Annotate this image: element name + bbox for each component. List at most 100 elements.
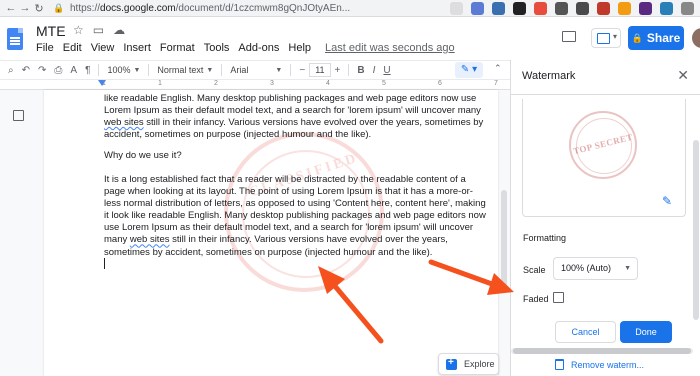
address-bar[interactable]: https://docs.google.com/document/d/1czcm… [70,3,350,14]
extension-icon[interactable] [639,2,652,15]
panel-scrollbar[interactable] [693,140,699,320]
google-docs-logo[interactable] [7,28,23,50]
chevron-down-icon: ▾ [612,32,617,41]
spelling-flag[interactable]: web sites [104,117,144,128]
style-value: Normal text [157,65,204,75]
extension-icon[interactable] [492,2,505,15]
font-size-input[interactable]: 11 [309,63,331,77]
extension-icon[interactable] [618,2,631,15]
ruler: 1 1 2 3 4 5 6 7 [0,80,510,90]
top-secret-stamp: TOP SECRET [569,111,637,179]
forward-icon[interactable]: → [18,2,32,14]
document-page[interactable]: CLASSIFIED like readable English. Many d… [44,90,498,376]
underline-icon[interactable]: U [383,65,390,76]
menu-bar: File Edit View Insert Format Tools Add-o… [36,42,455,54]
hide-menus-icon[interactable]: ⌃ [494,63,502,74]
faded-checkbox[interactable] [553,292,564,303]
ruler-tick: 4 [326,80,330,87]
menu-edit[interactable]: Edit [63,42,82,54]
lock-icon: 🔒 [53,2,65,13]
ruler-tick: 6 [438,80,442,87]
star-icon[interactable]: ☆ [73,23,84,37]
chevron-down-icon: ▼ [206,66,214,74]
remove-watermark-button[interactable]: Remove waterm... [555,359,644,370]
document-scrollbar[interactable] [501,95,507,370]
last-edit-link[interactable]: Last edit was seconds ago [325,42,455,54]
comment-history-icon[interactable] [562,31,576,42]
zoom-value: 100% [107,65,131,75]
extension-icon[interactable] [534,2,547,15]
cancel-button[interactable]: Cancel [555,321,616,343]
avatar[interactable] [692,28,700,48]
spellcheck-icon[interactable]: A [70,65,77,76]
panel-title: Watermark [522,70,576,82]
heading-paragraph: Why do we use it? [104,150,182,161]
watermark-preview[interactable]: TOP SECRET ✎ [522,99,686,217]
zoom-select[interactable]: 100% ▼ [107,65,140,75]
menu-help[interactable]: Help [288,42,311,54]
url-host: docs.google.com [100,2,176,14]
formatting-toolbar: ⌕ ↶ ↷ ⎙ A ¶ 100% ▼ Normal text ▼ Arial ▼ − … [0,60,510,80]
italic-icon[interactable]: I [373,65,376,76]
extension-icon[interactable] [681,2,694,15]
pencil-icon: ✎ ▾ [460,64,478,75]
bold-icon[interactable]: B [357,65,364,76]
extension-icon[interactable] [450,2,463,15]
browser-toolbar: ← → ↻ 🔒 https://docs.google.com/document… [0,0,700,17]
chevron-down-icon: ▼ [275,66,283,74]
faded-label: Faded [523,294,549,304]
panel-divider [511,94,700,95]
document-canvas: CLASSIFIED like readable English. Many d… [0,90,510,376]
trash-icon [555,359,564,370]
font-value: Arial [230,65,249,75]
spelling-flag[interactable]: web sites [130,234,170,245]
scrollbar-thumb[interactable] [501,190,507,290]
extension-icon[interactable] [471,2,484,15]
explore-button[interactable]: Explore [438,353,499,375]
document-title[interactable]: MTE [36,23,66,39]
watermark-panel: Watermark ✕ TOP SECRET ✎ Formatting Scal… [510,60,700,376]
undo-icon[interactable]: ↶ [22,65,30,76]
scrollbar-thumb[interactable] [513,348,691,354]
text-cursor [104,258,105,269]
extension-icon[interactable] [555,2,568,15]
font-select[interactable]: Arial ▼ [230,65,282,75]
increase-font-size-icon[interactable]: + [335,65,341,76]
preview-stamp-text: TOP SECRET [572,131,634,157]
present-button[interactable]: ▾ [591,28,621,48]
extension-icon[interactable] [660,2,673,15]
decrease-font-size-icon[interactable]: − [299,65,305,76]
menu-view[interactable]: View [91,42,115,54]
done-button[interactable]: Done [620,321,672,343]
title-icons: ☆ ▭ ☁ [73,23,125,37]
reload-icon[interactable]: ↻ [32,2,46,15]
back-icon[interactable]: ← [4,2,18,14]
menu-file[interactable]: File [36,42,54,54]
extension-icon[interactable] [597,2,610,15]
extension-icon[interactable] [576,2,589,15]
scale-select[interactable]: 100% (Auto) ▼ [553,257,638,280]
ruler-tick: 1 [158,80,162,87]
explore-label: Explore [464,359,495,369]
print-icon[interactable]: ⎙ [54,65,62,76]
paragraph-text: still in their infancy. Various versions… [104,117,484,141]
menu-add-ons[interactable]: Add-ons [238,42,279,54]
document-outline-icon[interactable] [13,110,24,121]
share-button[interactable]: 🔒 Share [628,26,684,50]
menu-insert[interactable]: Insert [123,42,151,54]
pencil-icon[interactable]: ✎ [662,194,676,208]
search-menus-icon[interactable]: ⌕ [8,65,14,76]
paint-format-icon[interactable]: ¶ [85,65,90,76]
cloud-saved-icon[interactable]: ☁ [113,23,125,37]
chevron-down-icon: ▼ [133,66,141,74]
editing-mode-button[interactable]: ✎ ▾ [455,62,483,78]
extension-icon[interactable] [513,2,526,15]
menu-tools[interactable]: Tools [204,42,230,54]
screen: ← → ↻ 🔒 https://docs.google.com/document… [0,0,700,376]
move-folder-icon[interactable]: ▭ [93,23,104,37]
close-icon[interactable]: ✕ [677,67,689,84]
menu-format[interactable]: Format [160,42,195,54]
style-select[interactable]: Normal text ▼ [157,65,213,75]
redo-icon[interactable]: ↷ [38,65,46,76]
ruler-tick: 1 [102,80,106,87]
